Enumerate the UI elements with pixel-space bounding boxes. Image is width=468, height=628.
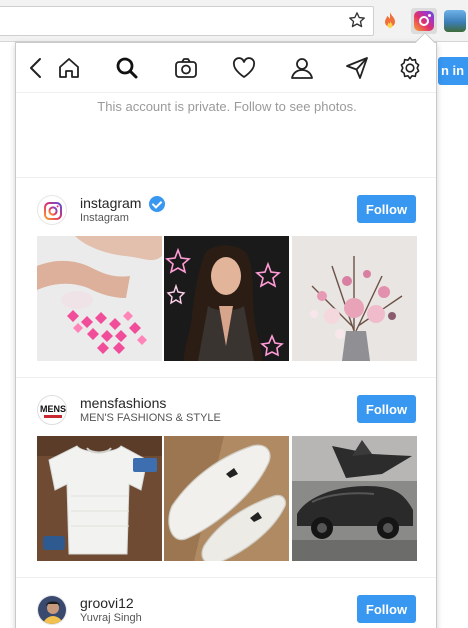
extension-photo-icon[interactable] (444, 10, 466, 32)
page: n in This account is private. Follow to … (0, 0, 468, 628)
post-thumbnail[interactable] (37, 436, 162, 561)
address-bar[interactable] (0, 6, 374, 36)
post-thumbnail[interactable] (164, 236, 289, 361)
username[interactable]: instagram (80, 195, 141, 211)
back-icon[interactable] (24, 55, 50, 81)
direct-icon[interactable] (344, 55, 370, 81)
suggestion-card: groovi12 Yuvraj Singh Follow (16, 578, 436, 628)
extension-fire-icon[interactable] (379, 10, 401, 32)
username[interactable]: mensfashions (80, 395, 166, 411)
avatar-logo-text: MENS (40, 404, 66, 414)
settings-icon[interactable] (397, 55, 423, 81)
post-thumbnail[interactable] (37, 236, 162, 361)
instagram-popup: This account is private. Follow to see p… (15, 42, 437, 628)
extension-instagram-icon[interactable] (411, 8, 437, 34)
full-name: Instagram (80, 212, 129, 224)
follow-button[interactable]: Follow (357, 595, 416, 623)
avatar[interactable]: MENS (37, 395, 67, 425)
browser-toolbar (0, 0, 468, 42)
suggestion-card: MENS mensfashions MEN'S FASHIONS & STYLE… (16, 378, 436, 578)
suggestion-card: instagram Instagram Follow (16, 178, 436, 378)
private-account-message: This account is private. Follow to see p… (97, 99, 357, 114)
home-icon[interactable] (56, 55, 82, 81)
verified-badge-icon (149, 196, 165, 212)
post-thumbnail[interactable] (292, 436, 417, 561)
star-icon[interactable] (348, 11, 366, 29)
full-name: Yuvraj Singh (80, 612, 142, 624)
avatar[interactable] (37, 595, 67, 625)
full-name: MEN'S FASHIONS & STYLE (80, 412, 221, 424)
avatar[interactable] (37, 195, 67, 225)
post-thumbnail[interactable] (292, 236, 417, 361)
profile-icon[interactable] (289, 55, 315, 81)
heart-icon[interactable] (231, 55, 257, 81)
background-login-button[interactable]: n in (438, 57, 468, 85)
search-icon[interactable] (114, 55, 140, 81)
follow-button[interactable]: Follow (357, 395, 416, 423)
popup-nav-bar (16, 43, 436, 93)
post-thumbnails (37, 436, 417, 561)
username[interactable]: groovi12 (80, 595, 134, 611)
post-thumbnail[interactable] (164, 436, 289, 561)
follow-button[interactable]: Follow (357, 195, 416, 223)
post-thumbnails (37, 236, 417, 361)
camera-icon[interactable] (173, 55, 199, 81)
